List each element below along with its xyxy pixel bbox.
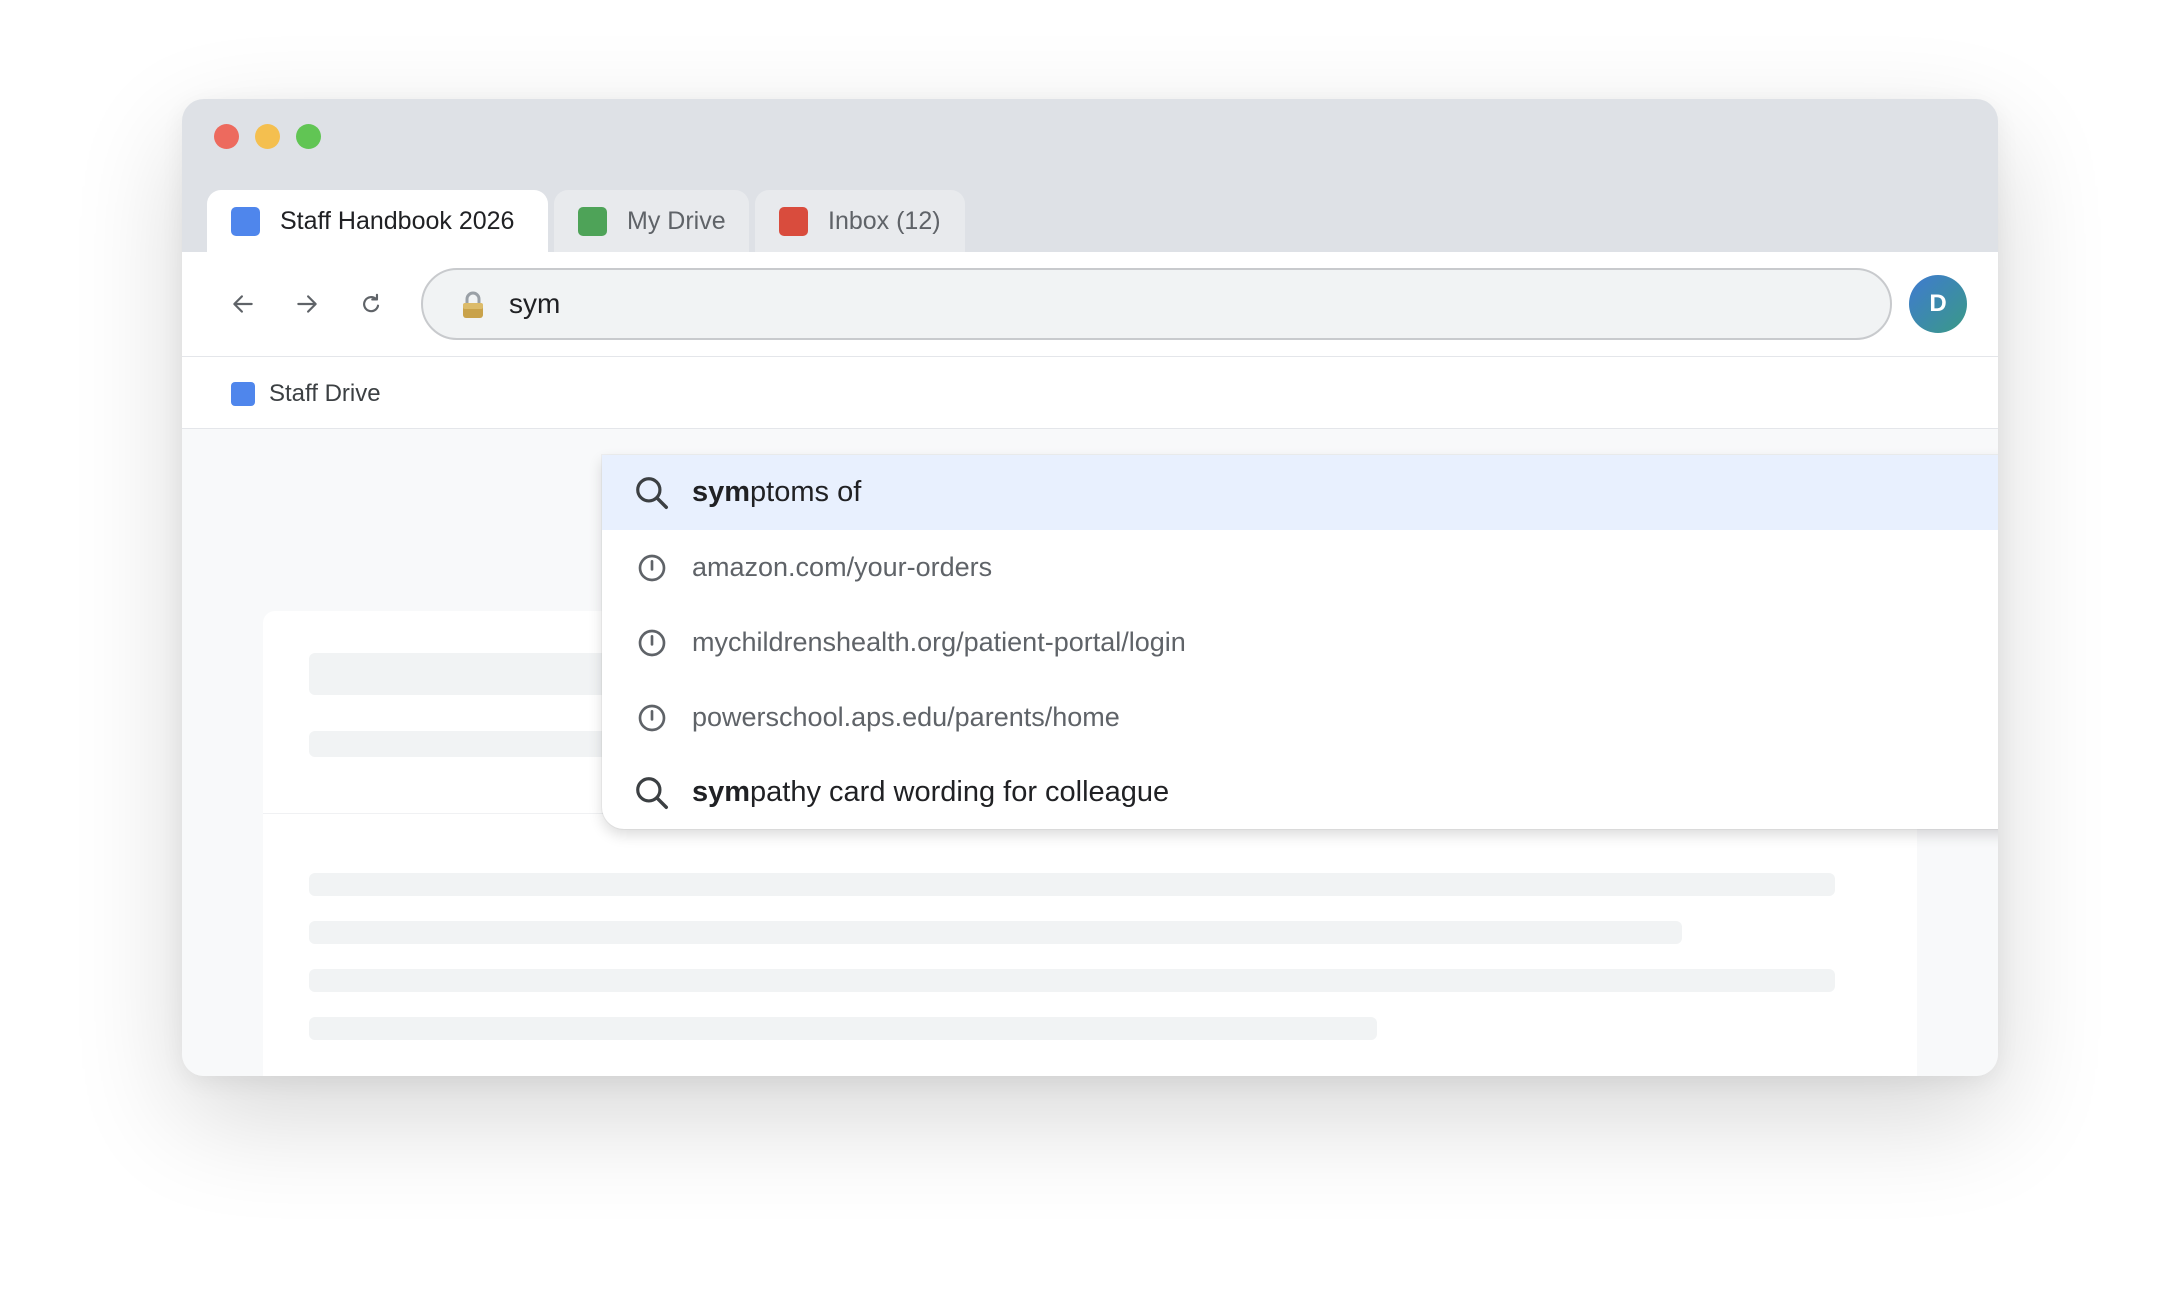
minimize-window-button[interactable] <box>255 124 280 149</box>
suggestion-match: sym <box>692 776 751 808</box>
forward-button[interactable] <box>285 282 329 326</box>
suggestion-history-powerschool[interactable]: powerschool.aps.edu/parents/home <box>602 680 1998 755</box>
suggestion-search-sympathy[interactable]: sympathy card wording for colleague <box>602 755 1998 829</box>
history-clock-icon <box>632 698 672 738</box>
bookmark-label: Staff Drive <box>269 380 381 407</box>
tab-label: My Drive <box>627 206 726 235</box>
browser-toolbar: sym D <box>182 252 1998 357</box>
zoom-window-button[interactable] <box>296 124 321 149</box>
tab-inbox[interactable]: Inbox (12) <box>755 190 965 252</box>
bookmarks-bar: Staff Drive <box>182 357 1998 429</box>
profile-avatar[interactable]: D <box>1909 275 1967 333</box>
arrow-right-icon <box>297 295 317 313</box>
browser-window: Staff Handbook 2026 My Drive Inbox (12) <box>182 99 1998 1076</box>
suggestion-text: powerschool.aps.edu/parents/home <box>692 702 1120 732</box>
omnibox-suggestions-dropdown: symptoms of amazon.com/your-orders mychi… <box>602 455 1998 829</box>
close-window-button[interactable] <box>214 124 239 149</box>
reload-icon <box>363 293 380 313</box>
reload-button[interactable] <box>349 282 393 326</box>
tab-staff-handbook[interactable]: Staff Handbook 2026 <box>207 190 548 252</box>
suggestion-history-childrens-health[interactable]: mychildrenshealth.org/patient-portal/log… <box>602 605 1998 680</box>
arrow-left-icon <box>233 295 253 313</box>
tab-label: Inbox (12) <box>828 206 941 235</box>
skeleton-line <box>309 969 1835 992</box>
bookmark-staff-drive[interactable]: Staff Drive <box>231 379 381 409</box>
lock-icon <box>463 291 483 318</box>
avatar-initial: D <box>1929 290 1947 317</box>
history-clock-icon <box>632 623 672 663</box>
history-clock-icon <box>632 548 672 588</box>
search-icon <box>632 773 672 813</box>
suggestion-text: mychildrenshealth.org/patient-portal/log… <box>692 627 1186 657</box>
suggestion-text: sympathy card wording for colleague <box>692 755 1169 829</box>
back-button[interactable] <box>221 282 265 326</box>
suggestion-rest: ptoms of <box>750 476 862 508</box>
suggestion-rest: pathy card wording for colleague <box>750 776 1170 808</box>
bookmark-favicon-icon <box>231 382 255 406</box>
title-bar: Staff Handbook 2026 My Drive Inbox (12) <box>182 99 1998 252</box>
suggestion-history-amazon[interactable]: amazon.com/your-orders <box>602 530 1998 605</box>
suggestion-text: amazon.com/your-orders <box>692 552 993 582</box>
suggestion-match: sym <box>692 476 751 508</box>
address-bar-text[interactable]: sym <box>509 270 560 338</box>
skeleton-line <box>309 1017 1377 1040</box>
tab-label: Staff Handbook 2026 <box>280 206 515 235</box>
skeleton-line <box>309 921 1682 944</box>
drive-favicon-icon <box>578 206 607 236</box>
docs-favicon-icon <box>231 206 260 236</box>
suggestion-search-symptoms[interactable]: symptoms of <box>602 455 1998 530</box>
address-bar[interactable]: sym <box>421 268 1892 340</box>
tab-my-drive[interactable]: My Drive <box>554 190 749 252</box>
mail-favicon-icon <box>779 206 808 236</box>
skeleton-line <box>309 873 1835 896</box>
search-icon <box>632 473 672 513</box>
suggestion-text: symptoms of <box>692 455 861 530</box>
